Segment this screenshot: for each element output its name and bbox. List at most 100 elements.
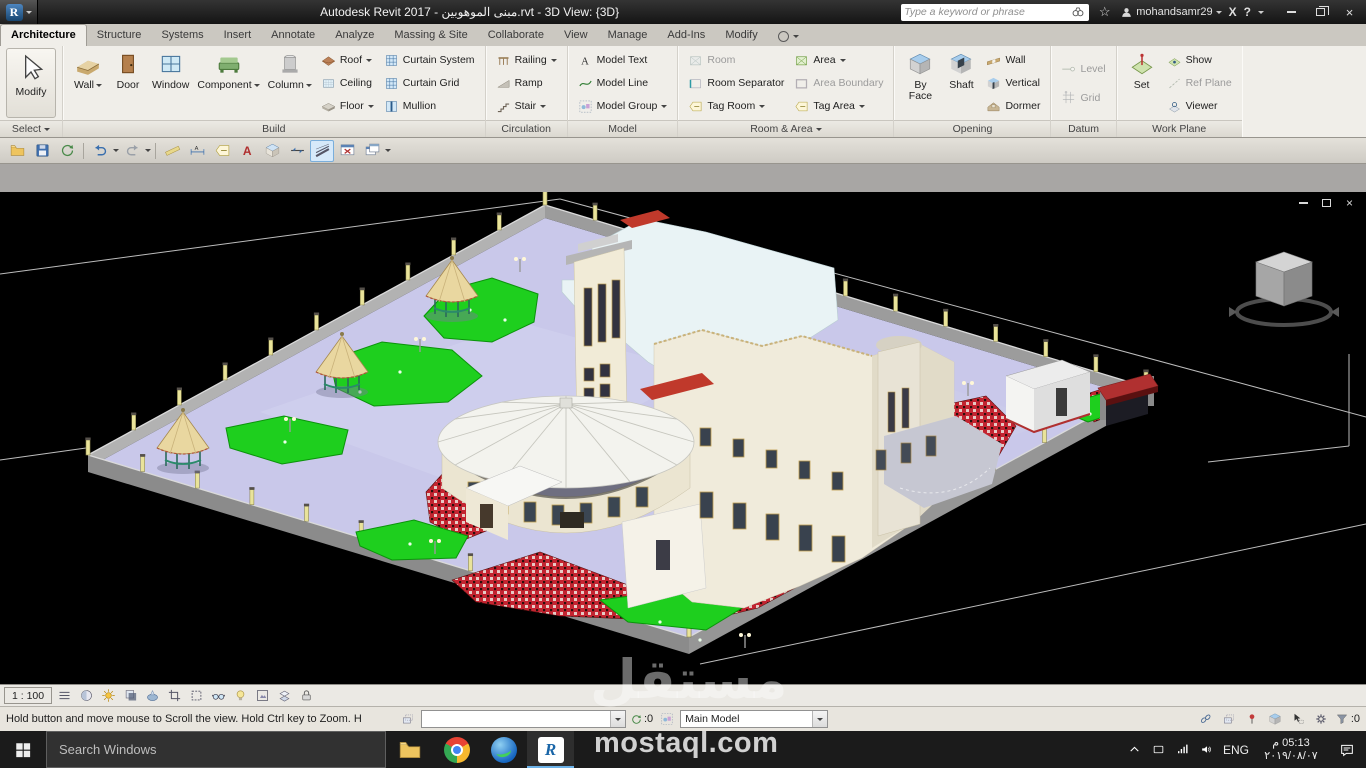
language-indicator[interactable]: ENG (1218, 743, 1254, 757)
favorites-star-icon[interactable]: ☆ (1096, 4, 1113, 21)
tab-analyze[interactable]: Analyze (325, 25, 384, 46)
settings-gear-icon[interactable] (1312, 710, 1331, 728)
curtain-grid-button[interactable]: Curtain Grid (380, 72, 479, 95)
infocenter-search-input[interactable] (904, 6, 1068, 18)
level-button[interactable]: Level (1057, 57, 1109, 80)
wall-opening-button[interactable]: Wall (982, 49, 1044, 72)
area-boundary-button[interactable]: Area Boundary (790, 72, 887, 95)
search-binoculars-icon[interactable] (1069, 4, 1086, 21)
network-icon[interactable] (1170, 731, 1194, 768)
tray-chevron-icon[interactable] (1122, 731, 1146, 768)
curtain-system-button[interactable]: Curtain System (380, 49, 479, 72)
switch-windows-chevron-icon[interactable] (385, 149, 391, 152)
select-panel-label[interactable]: Select (0, 120, 62, 137)
clock[interactable]: 05:13 م ٢٠١٩/٠٨/٠٧ (1254, 737, 1328, 763)
start-button[interactable] (0, 731, 46, 768)
model-group-button[interactable]: Model Group (574, 95, 672, 118)
model-line-button[interactable]: Model Line (574, 72, 672, 95)
room-separator-button[interactable]: Room Separator (684, 72, 788, 95)
action-center-icon[interactable] (1328, 731, 1366, 768)
displacement-sets-icon[interactable] (274, 687, 294, 705)
dormer-button[interactable]: Dormer (982, 95, 1044, 118)
maximize-button[interactable] (1306, 0, 1335, 24)
measure-button[interactable] (160, 140, 184, 162)
view-minimize-button[interactable] (1297, 197, 1310, 209)
tag-area-button[interactable]: Tag Area (790, 95, 887, 118)
tab-annotate[interactable]: Annotate (261, 25, 325, 46)
visual-style-icon[interactable] (76, 687, 96, 705)
select-pinned-icon[interactable] (1243, 710, 1262, 728)
infocenter-search[interactable] (901, 3, 1090, 21)
minimize-button[interactable] (1277, 0, 1306, 24)
shaft-button[interactable]: Shaft (942, 48, 980, 118)
temporary-view-properties-icon[interactable] (252, 687, 272, 705)
volume-icon[interactable] (1194, 731, 1218, 768)
3d-scene[interactable] (0, 192, 1366, 684)
view-close-button[interactable]: × (1343, 197, 1356, 209)
sun-path-icon[interactable] (98, 687, 118, 705)
tab-architecture[interactable]: Architecture (0, 24, 87, 46)
tab-view[interactable]: View (554, 25, 598, 46)
by-face-button[interactable]: By Face (900, 48, 940, 118)
model-text-button[interactable]: Model Text (574, 49, 672, 72)
thin-lines-button[interactable] (310, 139, 334, 162)
help-icon[interactable]: ? (1244, 5, 1251, 19)
tab-structure[interactable]: Structure (87, 25, 152, 46)
tab-collaborate[interactable]: Collaborate (478, 25, 554, 46)
detail-level-icon[interactable] (54, 687, 74, 705)
show-crop-region-icon[interactable] (186, 687, 206, 705)
window-button[interactable]: Window (149, 48, 192, 118)
crop-view-icon[interactable] (164, 687, 184, 705)
ribbon-display-toggle[interactable] (777, 31, 799, 42)
tab-systems[interactable]: Systems (151, 25, 213, 46)
tab-modify[interactable]: Modify (715, 25, 767, 46)
default-3d-view-button[interactable] (260, 140, 284, 162)
stair-button[interactable]: Stair (492, 95, 561, 118)
app-menu-button[interactable]: R (0, 0, 38, 24)
close-button[interactable]: × (1335, 0, 1364, 24)
modify-button[interactable]: Modify (6, 48, 56, 119)
workset-selector[interactable] (421, 710, 626, 728)
scale-control[interactable]: 1 : 100 (4, 687, 53, 704)
mullion-button[interactable]: Mullion (380, 95, 479, 118)
door-button[interactable]: Door (109, 48, 147, 118)
tab-addins[interactable]: Add-Ins (657, 25, 715, 46)
viewer-button[interactable]: Viewer (1163, 95, 1236, 118)
3d-viewport[interactable]: × (0, 192, 1366, 684)
show-work-plane-button[interactable]: Show (1163, 49, 1236, 72)
worksets-icon[interactable] (398, 710, 417, 728)
select-underlay-icon[interactable] (1220, 710, 1239, 728)
vertical-opening-button[interactable]: Vertical (982, 72, 1044, 95)
floor-button[interactable]: Floor (317, 95, 378, 118)
aligned-dimension-button[interactable] (185, 140, 209, 162)
select-by-face-icon[interactable] (1266, 710, 1285, 728)
roof-button[interactable]: Roof (317, 49, 378, 72)
selection-filter[interactable]: :0 (1335, 712, 1360, 726)
select-links-icon[interactable] (1197, 710, 1216, 728)
close-hidden-windows-button[interactable] (335, 140, 359, 162)
open-button[interactable] (5, 140, 29, 162)
column-button[interactable]: Column (265, 48, 315, 118)
text-button[interactable] (235, 140, 259, 162)
synchronize-button[interactable] (55, 140, 79, 162)
render-icon[interactable] (142, 687, 162, 705)
railing-button[interactable]: Railing (492, 49, 561, 72)
ceiling-button[interactable]: Ceiling (317, 72, 378, 95)
tab-manage[interactable]: Manage (598, 25, 658, 46)
design-options-icon[interactable] (657, 710, 676, 728)
help-chevron-icon[interactable] (1258, 10, 1264, 14)
reveal-constraints-icon[interactable] (296, 687, 316, 705)
ref-plane-button[interactable]: Ref Plane (1163, 72, 1236, 95)
switch-windows-button[interactable] (360, 140, 384, 162)
tag-by-category-button[interactable] (210, 140, 234, 162)
shadows-icon[interactable] (120, 687, 140, 705)
room-button[interactable]: Room (684, 49, 788, 72)
wall-button[interactable]: Wall (69, 48, 107, 118)
room-area-panel-label[interactable]: Room & Area (678, 120, 894, 137)
undo-chevron-icon[interactable] (113, 149, 119, 152)
view-restore-button[interactable] (1320, 197, 1333, 209)
taskbar-app-blue[interactable] (480, 731, 527, 768)
redo-chevron-icon[interactable] (145, 149, 151, 152)
taskbar-app-file-explorer[interactable] (386, 731, 433, 768)
grid-button[interactable]: Grid (1057, 86, 1109, 109)
